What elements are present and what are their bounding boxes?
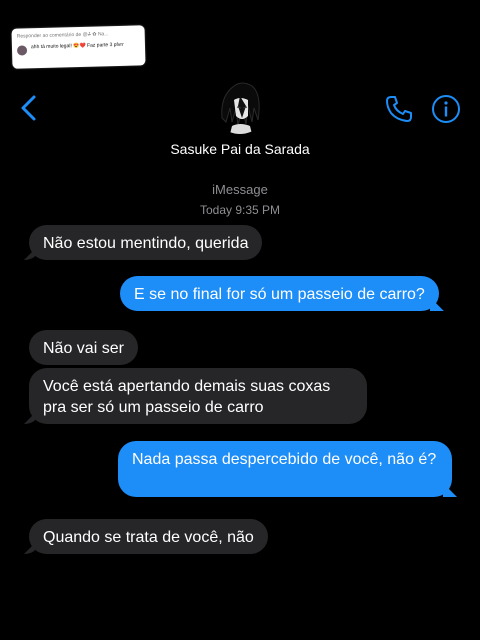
message-text: Não estou mentindo, querida	[43, 235, 249, 252]
message-text: E se no final for só um passeio de carro…	[134, 286, 425, 303]
message-bubble-sent[interactable]: Nada passa despercebido de você, não é?	[118, 441, 452, 497]
reply-comment-sticker: Responder ao comentário de @-̶̸̶͛- ✿ Na.…	[11, 25, 146, 69]
message-bubble-received[interactable]: Você está apertando demais suas coxas pr…	[29, 368, 367, 424]
message-bubble-sent[interactable]: E se no final for só um passeio de carro…	[120, 276, 439, 311]
info-icon[interactable]	[431, 94, 461, 124]
service-label: iMessage	[212, 182, 268, 197]
comment-text: ahh tá muito legal! 😍❤️ Faz parte 3 pfvr…	[30, 41, 124, 51]
comment-header: Responder ao comentário de @-̶̸̶͛- ✿ Na.…	[16, 31, 109, 40]
message-text: Não vai ser	[43, 340, 124, 357]
message-bubble-received[interactable]: Não vai ser	[29, 330, 138, 365]
commenter-avatar	[16, 45, 28, 56]
message-bubble-received[interactable]: Não estou mentindo, querida	[29, 225, 263, 260]
message-text: Nada passa despercebido de você, não é?	[132, 451, 437, 468]
message-bubble-received[interactable]: Quando se trata de você, não	[29, 519, 268, 554]
chevron-left-icon[interactable]	[17, 94, 41, 122]
contact-name[interactable]: Sasuke Pai da Sarada	[0, 141, 480, 157]
message-text: Você está apertando demais suas coxas pr…	[43, 378, 331, 416]
timestamp: Today 9:35 PM	[199, 203, 281, 217]
message-text: Quando se trata de você, não	[43, 529, 254, 546]
anime-character-avatar-icon	[212, 78, 268, 134]
phone-icon[interactable]	[384, 94, 414, 124]
contact-avatar[interactable]	[212, 78, 268, 134]
